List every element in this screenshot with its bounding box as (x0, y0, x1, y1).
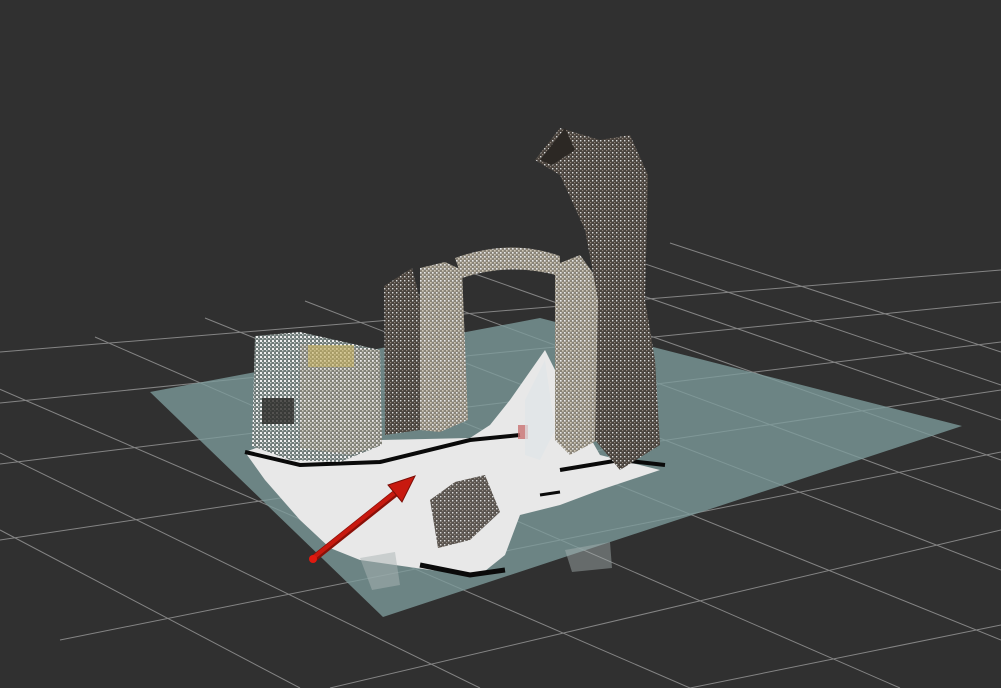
scene-canvas[interactable] (0, 0, 1001, 688)
3d-viewport[interactable] (0, 0, 1001, 688)
